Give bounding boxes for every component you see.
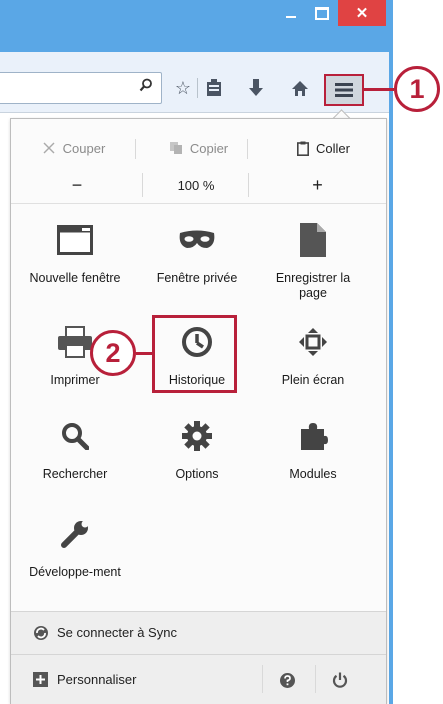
developer-button[interactable]: Développe-ment: [29, 517, 121, 580]
downloads-button[interactable]: [243, 76, 269, 100]
paste-label: Coller: [316, 140, 350, 156]
plus-box-icon: [33, 672, 48, 687]
wrench-icon: [61, 520, 89, 548]
zoom-reset-button[interactable]: 100 %: [143, 167, 249, 203]
zoom-out-button[interactable]: −: [11, 167, 143, 203]
zoom-in-button[interactable]: +: [249, 167, 386, 203]
callout-two-connector: [136, 352, 152, 355]
download-arrow-icon: [249, 79, 263, 96]
fullscreen-label: Plein écran: [281, 373, 345, 387]
developer-label: Développe-ment: [29, 565, 121, 579]
new-window-label: Nouvelle fenêtre: [29, 271, 121, 285]
bookmarks-menu-button[interactable]: [201, 76, 227, 100]
home-icon: [292, 80, 308, 96]
paste-button[interactable]: Coller: [261, 131, 386, 165]
customize-label: Personnaliser: [57, 672, 137, 687]
open-menu-button[interactable]: [324, 74, 364, 106]
home-button[interactable]: [287, 76, 313, 100]
minimize-button[interactable]: [277, 0, 305, 26]
new-window-button[interactable]: Nouvelle fenêtre: [29, 223, 121, 286]
copy-icon: [169, 142, 182, 154]
private-window-button[interactable]: Fenêtre privée: [151, 223, 243, 286]
edit-controls: Couper Copier Coller: [11, 131, 386, 165]
addons-label: Modules: [289, 467, 337, 481]
new-window-icon: [57, 225, 93, 255]
copy-label: Copier: [189, 140, 229, 156]
fullscreen-button[interactable]: Plein écran: [267, 325, 359, 388]
private-window-label: Fenêtre privée: [156, 271, 238, 285]
search-field[interactable]: [0, 72, 162, 104]
zoom-separator: [248, 173, 249, 197]
puzzle-icon: [301, 423, 328, 450]
maximize-button[interactable]: [308, 0, 336, 26]
edit-separator: [247, 139, 248, 159]
save-page-button[interactable]: Enregistrer la page: [267, 223, 359, 301]
power-icon: [332, 672, 348, 688]
sync-button[interactable]: Se connecter à Sync: [11, 611, 386, 654]
help-icon: [279, 672, 295, 688]
window-frame-right: [389, 0, 393, 704]
menu-panel: Couper Copier Coller − 100 % + Nouvelle …: [10, 118, 387, 704]
gear-icon: [182, 421, 212, 451]
bookmarks-list-icon: [207, 79, 221, 96]
edit-separator: [135, 139, 136, 159]
bookmark-star-button[interactable]: ☆: [170, 76, 196, 100]
sync-icon: [34, 626, 48, 640]
cut-label: Couper: [62, 140, 106, 156]
hamburger-icon: [335, 83, 353, 97]
search-icon: [139, 78, 152, 92]
scissors-icon: [43, 142, 55, 154]
save-page-label: Enregistrer la page: [275, 271, 351, 300]
page-icon: [300, 223, 326, 257]
addons-button[interactable]: Modules: [267, 419, 359, 482]
clipboard-icon: [297, 141, 310, 156]
history-highlight: [152, 315, 237, 393]
mask-icon: [179, 230, 215, 248]
fullscreen-icon: [299, 328, 327, 356]
minimize-icon: [286, 16, 296, 18]
cut-button[interactable]: Couper: [11, 131, 136, 165]
close-button[interactable]: ✕: [338, 0, 386, 26]
nav-toolbar: ☆: [0, 52, 389, 113]
find-label: Rechercher: [42, 467, 108, 481]
callout-two: 2: [90, 330, 136, 376]
customize-bar: Personnaliser: [11, 654, 386, 704]
copy-button[interactable]: Copier: [136, 131, 261, 165]
help-button[interactable]: [274, 669, 300, 691]
zoom-controls: − 100 % +: [11, 167, 386, 204]
callout-one: 1: [394, 66, 440, 112]
quit-button[interactable]: [327, 669, 353, 691]
find-button[interactable]: Rechercher: [29, 419, 121, 482]
footer-separator: [315, 665, 316, 693]
maximize-icon: [315, 6, 329, 20]
toolbar-separator: [197, 78, 198, 98]
magnifier-icon: [62, 423, 89, 450]
sync-label: Se connecter à Sync: [57, 625, 177, 640]
customize-button[interactable]: Personnaliser: [11, 655, 251, 704]
star-icon: ☆: [174, 77, 192, 98]
zoom-separator: [142, 173, 143, 197]
options-label: Options: [175, 467, 219, 481]
printer-icon: [58, 326, 92, 358]
footer-separator: [262, 665, 263, 693]
options-button[interactable]: Options: [151, 419, 243, 482]
callout-one-connector: [364, 88, 394, 91]
